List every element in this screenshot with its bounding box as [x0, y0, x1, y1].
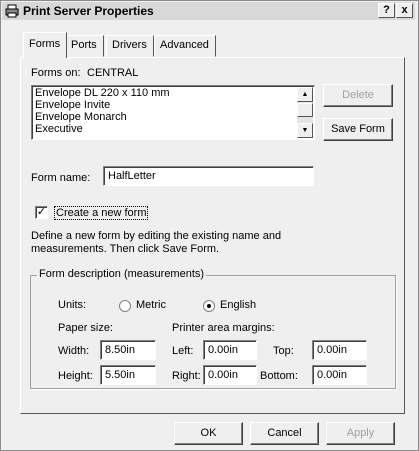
width-label: Width:	[58, 345, 90, 357]
tab-forms[interactable]: Forms	[23, 32, 68, 58]
scroll-up-button[interactable]: ▲	[297, 87, 313, 102]
delete-button[interactable]: Delete	[323, 84, 393, 107]
top-input[interactable]: 0.00in	[312, 340, 367, 360]
left-input[interactable]: 0.00in	[203, 340, 257, 360]
create-new-form-checkbox[interactable]: ✓	[35, 206, 48, 219]
server-name: CENTRAL	[87, 67, 139, 79]
printer-icon	[5, 4, 19, 18]
title-bar[interactable]: Print Server Properties	[2, 2, 415, 20]
cancel-button[interactable]: Cancel	[250, 422, 319, 445]
forms-on-label: Forms on:	[31, 67, 81, 79]
bottom-input[interactable]: 0.00in	[312, 365, 367, 385]
description-text-line2: measurements. Then click Save Form.	[31, 243, 220, 255]
units-label: Units:	[58, 299, 87, 311]
forms-listbox[interactable]: Envelope DL 220 x 110 mm Envelope Invite…	[31, 85, 315, 140]
ok-button[interactable]: OK	[174, 422, 243, 445]
metric-radio[interactable]	[119, 300, 131, 312]
printer-margins-label: Printer area margins:	[172, 322, 275, 334]
list-scrollbar[interactable]: ▲ ▼	[297, 87, 313, 138]
save-form-button[interactable]: Save Form	[323, 118, 393, 141]
list-item[interactable]: Envelope Invite	[35, 99, 110, 111]
right-input[interactable]: 0.00in	[203, 365, 257, 385]
width-input[interactable]: 8.50in	[100, 340, 156, 360]
description-text-line1: Define a new form by editing the existin…	[31, 230, 282, 242]
create-new-form-label[interactable]: Create a new form	[54, 206, 149, 220]
apply-button[interactable]: Apply	[326, 422, 395, 445]
english-label[interactable]: English	[220, 299, 256, 311]
left-label: Left:	[172, 345, 194, 357]
paper-size-label: Paper size:	[58, 322, 114, 334]
measurements-legend: Form description (measurements)	[37, 268, 207, 280]
height-label: Height:	[58, 370, 93, 382]
metric-label[interactable]: Metric	[136, 299, 166, 311]
list-item[interactable]: Executive	[35, 123, 83, 135]
list-item[interactable]: Envelope Monarch	[35, 111, 127, 123]
scroll-down-button[interactable]: ▼	[297, 123, 313, 138]
height-input[interactable]: 5.50in	[100, 365, 156, 385]
english-radio[interactable]	[203, 300, 215, 312]
tab-advanced[interactable]: Advanced	[154, 35, 216, 57]
bottom-label: Bottom:	[260, 370, 298, 382]
help-button[interactable]: ?	[378, 3, 395, 18]
form-name-input[interactable]: HalfLetter	[103, 166, 314, 186]
right-label: Right:	[172, 370, 201, 382]
form-name-label: Form name:	[31, 172, 91, 184]
scroll-thumb[interactable]	[297, 103, 313, 117]
top-label: Top:	[273, 345, 294, 357]
list-item[interactable]: Envelope DL 220 x 110 mm	[35, 87, 170, 99]
window-title: Print Server Properties	[23, 4, 154, 18]
tab-drivers[interactable]: Drivers	[106, 35, 154, 57]
tab-ports[interactable]: Ports	[65, 35, 104, 57]
close-button[interactable]: x	[396, 3, 413, 18]
